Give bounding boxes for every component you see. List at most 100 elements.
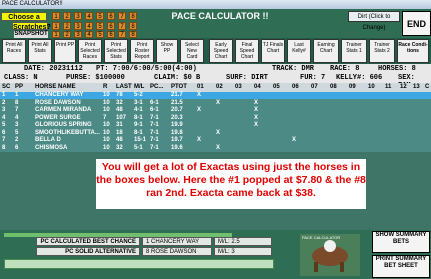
race-button[interactable]: 8 — [129, 12, 137, 20]
cell-sc: 1 — [2, 92, 6, 98]
table-row[interactable]: 1 1 CHANCERY WAY 10 78 5-2 21.7 X — [0, 92, 431, 99]
cell-last: 32 — [116, 144, 123, 151]
final-speed-chart-button[interactable]: Final Speed Chart — [235, 39, 259, 63]
last-kelly-button[interactable]: Last Kelly# — [287, 39, 311, 63]
column-header: M/L — [134, 84, 145, 90]
race-button[interactable]: 2 — [63, 12, 71, 20]
cell-pp: 2 — [15, 137, 19, 143]
cell-sc: 6 — [2, 129, 6, 136]
cell-r: 10 — [103, 144, 110, 151]
cell-sc: 7 — [2, 137, 6, 143]
column-header: PP — [15, 84, 24, 90]
scratch-button[interactable]: 7 — [118, 22, 126, 30]
print-selected-stats-button[interactable]: Print Selected Stats — [104, 39, 128, 63]
snapshot-button[interactable]: 2 — [63, 31, 71, 38]
cell-ptot: 19.8 — [171, 129, 183, 136]
cell-pp: 8 — [15, 99, 19, 106]
cell-last: 31 — [116, 122, 123, 128]
snapshot-button[interactable]: 4 — [85, 31, 93, 38]
race-button[interactable]: 3 — [74, 12, 82, 20]
table-row[interactable]: 3 7 CARMEN MIRANDA 10 48 4-1 6-1 20.7 X X — [0, 107, 431, 114]
select-new-card-button[interactable]: Select New Card — [180, 39, 204, 63]
print-summary-bet-sheet-button[interactable]: PRINT SUMMARY BET SHEET — [372, 255, 430, 278]
snapshot-button[interactable]: 1 — [52, 31, 60, 38]
cell-name: GLORIOUS SPRING — [35, 122, 92, 128]
column-header: SC — [2, 84, 11, 90]
end-button[interactable]: END — [402, 11, 431, 36]
cell-m2: X — [216, 144, 221, 151]
print-roster-report-button[interactable]: Print Roster Report — [130, 39, 154, 63]
race-button[interactable]: 1 — [52, 12, 60, 20]
race-claim: CLAIM: $0 B — [154, 74, 201, 82]
cell-m3: X — [254, 114, 259, 121]
cell-last: 107 — [116, 114, 127, 121]
scratch-button[interactable]: 5 — [96, 22, 104, 30]
cell-m3: X — [254, 99, 259, 106]
cell-r: 10 — [103, 99, 110, 106]
cell-pc: 6-1 — [150, 99, 159, 106]
cell-pc: 7-1 — [150, 144, 159, 151]
early-speed-chart-button[interactable]: Early Speed Chart — [209, 39, 233, 63]
table-row[interactable]: 5 3 GLORIOUS SPRING 10 31 9-1 7-1 19.9 X — [0, 122, 431, 129]
annotation-callout: You will get a lot of Exactas using just… — [96, 159, 366, 209]
best-chance-horse: 1 CHANCERY WAY — [142, 237, 212, 246]
print-all-races-button[interactable]: Print All Races — [2, 39, 26, 63]
snapshot-button[interactable]: 6 — [107, 31, 115, 38]
cell-sc: 5 — [2, 122, 6, 128]
table-row[interactable]: 2 8 ROSE DAWSON 10 32 3-1 6-1 21.5 X X — [0, 100, 431, 107]
cell-ml: 15-1 — [134, 137, 147, 143]
window-title: PACE CALCULATOR!! — [2, 1, 63, 7]
table-row[interactable]: 6 5 SMOOTHLIKEBUTTA... 10 18 8-1 7-1 19.8 X — [0, 130, 431, 137]
cell-sc: 3 — [2, 107, 6, 113]
print-all-stats-button[interactable]: Print All Stats — [28, 39, 52, 63]
cell-m2: X — [216, 99, 221, 106]
show-summary-bets-button[interactable]: SHOW SUMMARY BETS — [372, 231, 430, 253]
table-row[interactable]: 4 4 POWER SURGE 7 107 8-1 7-1 20.3 X — [0, 115, 431, 122]
trainer-stats-2-button[interactable]: Trainer Stats 2 — [369, 39, 395, 63]
tj-finals-chart-button[interactable]: TJ Finals Chart — [261, 39, 285, 63]
cell-sc: 2 — [2, 99, 6, 106]
cell-ptot: 20.7 — [171, 107, 183, 113]
race-surface: SURF: DIRT — [226, 74, 269, 82]
table-row[interactable]: 8 6 CHISMOSA 10 32 5-1 7-1 19.6 X — [0, 145, 431, 152]
scratch-button[interactable]: 6 — [107, 22, 115, 30]
trainer-stats-1-button[interactable]: Trainer Stats 1 — [341, 39, 367, 63]
race-button[interactable]: 5 — [96, 12, 104, 20]
best-chance-ml: M/L: 2.5 — [214, 237, 272, 246]
scratch-button[interactable]: 2 — [63, 22, 71, 30]
race-info-bar: DATE: 20231112 PT: 7:00/6:00/5:00(4:00) … — [0, 64, 431, 90]
snapshot-button[interactable]: 7 — [118, 31, 126, 38]
cell-m1: X — [197, 92, 202, 98]
scratch-button[interactable]: 4 — [85, 22, 93, 30]
cell-m4: X — [292, 137, 297, 143]
scratch-button[interactable]: 1 — [52, 22, 60, 30]
snapshot-button[interactable]: 3 — [74, 31, 82, 38]
race-button[interactable]: 7 — [118, 12, 126, 20]
race-number: RACE: 8 — [330, 65, 360, 73]
window-titlebar: PACE CALCULATOR!! — [0, 0, 431, 9]
race-button[interactable]: 4 — [85, 12, 93, 20]
table-row[interactable]: 7 2 BELLA D 10 48 15-1 7-1 19.7 X X — [0, 137, 431, 144]
choose-race-label: Choose a race: — [1, 12, 47, 30]
column-header: PC... — [150, 84, 164, 90]
print-selected-races-button[interactable]: Print Selected Races — [78, 39, 102, 63]
print-pp-button[interactable]: Print PP — [54, 39, 76, 63]
column-header: R — [103, 84, 108, 90]
race-conditions-button[interactable]: Race Condi-tions — [397, 39, 429, 63]
snapshot-button[interactable]: 5 — [96, 31, 104, 38]
show-pp-button[interactable]: Show PP — [156, 39, 178, 63]
cell-ptot: 21.5 — [171, 99, 183, 106]
cell-ml: 8-1 — [134, 114, 143, 121]
scratch-button[interactable]: 8 — [129, 22, 137, 30]
cell-pp: 1 — [15, 92, 19, 98]
race-horse-count: HORSES: 8 — [378, 65, 416, 73]
surface-toggle-button[interactable]: Dirt (Click to Change) — [348, 11, 400, 31]
race-button[interactable]: 6 — [107, 12, 115, 20]
scratch-button[interactable]: 3 — [74, 22, 82, 30]
cell-name: SMOOTHLIKEBUTTA... — [35, 129, 100, 136]
earning-chart-button[interactable]: Earning Chart — [313, 39, 339, 63]
cell-name: ROSE DAWSON — [35, 99, 81, 106]
cell-pp: 4 — [15, 114, 19, 121]
cell-r: 10 — [103, 137, 110, 143]
snapshot-button[interactable]: 8 — [129, 31, 137, 38]
